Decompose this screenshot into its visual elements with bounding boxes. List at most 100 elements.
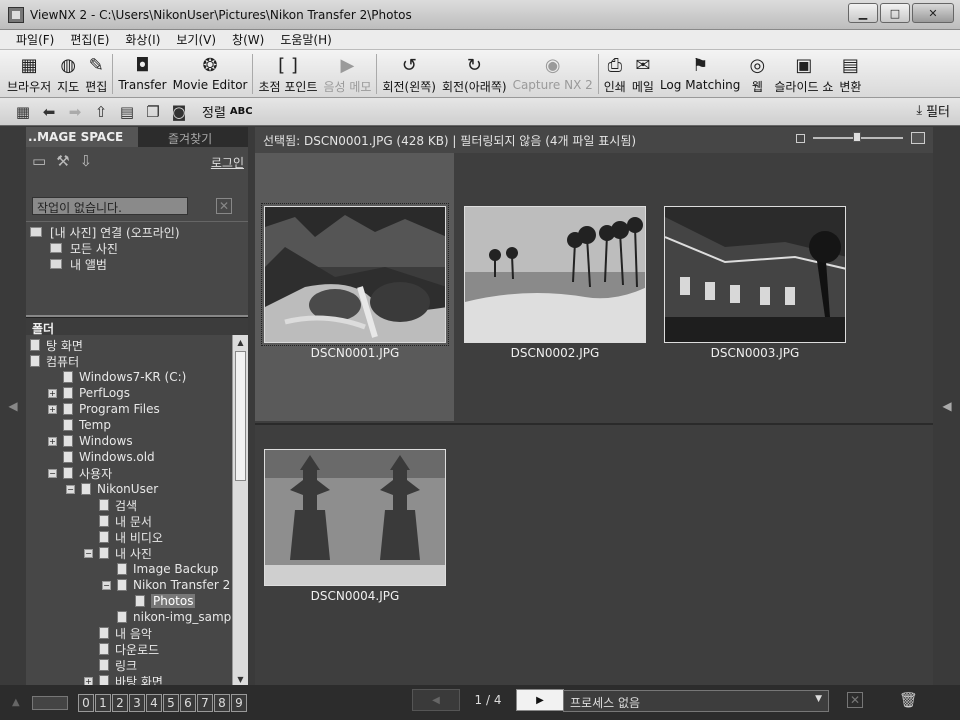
process-dropdown[interactable]: 프로세스 없음 ▼ xyxy=(563,690,829,712)
collapse-icon[interactable]: − xyxy=(66,484,75,494)
prev-page-button[interactable]: ◀ xyxy=(412,689,460,711)
login-link[interactable]: 로그인 xyxy=(211,154,244,171)
tree-item[interactable]: 내 문서 xyxy=(26,513,152,529)
expand-icon[interactable]: + xyxy=(48,436,57,446)
tree-item[interactable]: + Windows xyxy=(26,433,133,449)
filter-button[interactable]: ⤓ 필터 xyxy=(916,101,950,120)
sort-label[interactable]: 정렬 xyxy=(202,102,226,121)
tab-image-space[interactable]: ..MAGE SPACE xyxy=(26,127,138,147)
toolbar-button[interactable]: [ ] 초점 포인트 xyxy=(255,50,320,98)
collapse-icon[interactable]: − xyxy=(48,468,57,478)
view-mode-icon[interactable] xyxy=(32,695,68,710)
thumbnail-item[interactable]: DSCN0001.JPG xyxy=(261,203,449,360)
toolbar-button[interactable]: ⎙ 인쇄 xyxy=(601,50,629,98)
tree-item[interactable]: 다운로드 xyxy=(26,641,159,657)
list-item[interactable]: 내 앨범 xyxy=(26,256,248,272)
rating-7-button[interactable]: 7 xyxy=(197,693,213,712)
toolbar-button[interactable]: ✉ 메일 xyxy=(629,50,657,98)
toolbar-button[interactable]: ▦ 브라우저 xyxy=(4,50,54,98)
tree-item[interactable]: nikon-img_sample xyxy=(26,609,242,625)
tree-item[interactable]: Image Backup xyxy=(26,561,218,577)
tree-item[interactable]: 내 음악 xyxy=(26,625,152,641)
download-icon[interactable]: ⇩ xyxy=(80,152,93,170)
tree-item[interactable]: 컴퓨터 xyxy=(26,353,79,369)
list-item[interactable]: 모든 사진 xyxy=(26,240,248,256)
maximize-button[interactable]: □ xyxy=(880,3,910,23)
thumbnail-grid-icon[interactable]: ▦ xyxy=(12,101,34,123)
trash-icon[interactable]: 🗑 xyxy=(899,691,918,709)
toolbar-button[interactable]: ◉ Capture NX 2 xyxy=(510,50,596,98)
cancel-process-button[interactable]: ✕ xyxy=(847,692,863,708)
toolbar-button[interactable]: ▣ 슬라이드 쇼 xyxy=(771,50,836,98)
menu-view[interactable]: 보기(V) xyxy=(168,31,224,48)
import-icon[interactable]: ◙ xyxy=(168,101,190,123)
toolbar-button[interactable]: ↺ 회전(왼쪽) xyxy=(379,50,439,98)
thumbnail-item[interactable]: DSCN0003.JPG xyxy=(664,206,846,360)
menu-window[interactable]: 창(W) xyxy=(224,31,272,48)
tree-item[interactable]: 탕 화면 xyxy=(26,337,83,353)
rating-8-button[interactable]: 8 xyxy=(214,693,230,712)
collapse-icon[interactable]: − xyxy=(84,548,93,558)
expand-icon[interactable]: + xyxy=(48,404,57,414)
tree-item[interactable]: 링크 xyxy=(26,657,137,673)
toolbar-button[interactable]: ↻ 회전(아래쪽) xyxy=(439,50,510,98)
menu-help[interactable]: 도움말(H) xyxy=(272,31,340,48)
rating-0-button[interactable]: 0 xyxy=(78,693,94,712)
copy-icon[interactable]: ❐ xyxy=(142,101,164,123)
menu-edit[interactable]: 편집(E) xyxy=(62,31,117,48)
tree-item[interactable]: + Program Files xyxy=(26,401,160,417)
forward-arrow-icon[interactable]: ➡ xyxy=(64,101,86,123)
menu-file[interactable]: 파일(F) xyxy=(8,31,62,48)
tree-item[interactable]: − Nikon Transfer 2 xyxy=(26,577,230,593)
toolbar-button[interactable]: ▶ 음성 메모 xyxy=(320,50,374,98)
tree-item[interactable]: + PerfLogs xyxy=(26,385,130,401)
thumbnail-item[interactable]: DSCN0004.JPG xyxy=(264,449,446,603)
toolbar-button[interactable]: ◍ 지도 xyxy=(54,50,82,98)
tree-item[interactable]: Windows7-KR (C:) xyxy=(26,369,186,385)
wrench-icon[interactable]: ⚒ xyxy=(56,152,69,170)
thumbnail-size-slider[interactable] xyxy=(796,132,925,144)
back-arrow-icon[interactable]: ⬅ xyxy=(38,101,60,123)
tree-item[interactable]: Photos xyxy=(26,593,196,609)
rating-3-button[interactable]: 3 xyxy=(129,693,145,712)
rating-5-button[interactable]: 5 xyxy=(163,693,179,712)
tab-favorites[interactable]: 즐겨찾기 xyxy=(138,127,248,147)
menu-image[interactable]: 화상(I) xyxy=(117,31,168,48)
tree-item[interactable]: − 사용자 xyxy=(26,465,112,481)
cancel-task-button[interactable]: ✕ xyxy=(216,198,232,214)
toolbar-button[interactable]: ◘ Transfer xyxy=(115,50,169,98)
rating-4-button[interactable]: 4 xyxy=(146,693,162,712)
toolbar-button[interactable]: ◎ 웹 xyxy=(743,50,771,98)
right-collapse-arrow[interactable]: ◀ xyxy=(934,127,960,685)
slider-knob[interactable] xyxy=(853,132,861,142)
scroll-thumb[interactable] xyxy=(235,351,246,481)
tree-item[interactable]: Windows.old xyxy=(26,449,155,465)
tree-item[interactable]: Temp xyxy=(26,417,111,433)
vertical-scrollbar[interactable]: ▲ ▼ xyxy=(232,335,248,687)
expand-icon[interactable]: + xyxy=(48,388,57,398)
collapse-icon[interactable]: − xyxy=(102,580,111,590)
parent-folder-icon[interactable]: ⇧ xyxy=(90,101,112,123)
toolbar-button[interactable]: ❂ Movie Editor xyxy=(170,50,251,98)
list-item[interactable]: [내 사진] 연결 (오프라인) xyxy=(26,224,248,240)
left-collapse-arrow[interactable]: ◀ xyxy=(0,127,26,685)
rating-1-button[interactable]: 1 xyxy=(95,693,111,712)
tree-item[interactable]: 내 비디오 xyxy=(26,529,163,545)
rating-9-button[interactable]: 9 xyxy=(231,693,247,712)
minimize-button[interactable]: ▁ xyxy=(848,3,878,23)
toolbar-button[interactable]: ⚑ Log Matching xyxy=(657,50,743,98)
sort-abc-dropdown[interactable]: ABC xyxy=(230,106,253,117)
rating-6-button[interactable]: 6 xyxy=(180,693,196,712)
toolbar-button[interactable]: ✎ 편집 xyxy=(82,50,110,98)
eject-icon[interactable]: ▲ xyxy=(12,697,24,708)
upload-icon[interactable]: ▭ xyxy=(32,152,46,170)
scroll-up-icon[interactable]: ▲ xyxy=(233,335,248,350)
tree-item[interactable]: − NikonUser xyxy=(26,481,158,497)
tree-item[interactable]: 검색 xyxy=(26,497,137,513)
tree-item[interactable]: − 내 사진 xyxy=(26,545,152,561)
toolbar-button[interactable]: ▤ 변환 xyxy=(836,50,864,98)
thumbnail-item[interactable]: DSCN0002.JPG xyxy=(464,206,646,360)
next-page-button[interactable]: ▶ xyxy=(516,689,564,711)
rating-2-button[interactable]: 2 xyxy=(112,693,128,712)
close-button[interactable]: ✕ xyxy=(912,3,954,23)
